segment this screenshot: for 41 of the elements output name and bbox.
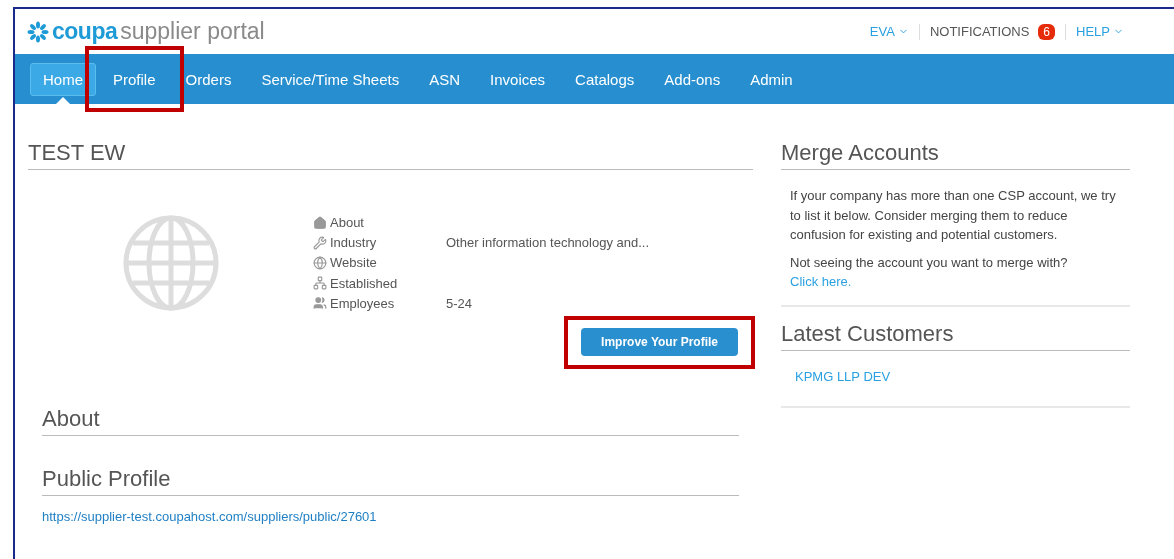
section-title: Merge Accounts	[781, 140, 1130, 170]
globe-icon	[313, 256, 327, 270]
customer-link[interactable]: KPMG LLP DEV	[795, 368, 891, 384]
nav-tab[interactable]: Service/Time Sheets	[248, 62, 413, 96]
detail-value: Other information technology and...	[446, 235, 650, 251]
detail-label: Established	[330, 275, 398, 291]
people-icon	[313, 296, 327, 311]
nav-tab[interactable]: ASN	[416, 62, 474, 96]
section-title: Public Profile	[42, 466, 739, 496]
nav-tab[interactable]: Add-ons	[651, 62, 734, 96]
detail-label: Industry	[330, 235, 377, 251]
logo-brand: coupa	[52, 18, 118, 45]
globe-icon	[122, 215, 219, 311]
logo-icon	[27, 20, 49, 43]
logo-text: supplier portal	[120, 18, 265, 45]
notification-count: 6	[1038, 23, 1056, 40]
house-icon	[313, 215, 327, 230]
user-menu[interactable]: EVA	[859, 24, 919, 39]
section-title: About	[42, 406, 739, 436]
click-here-link[interactable]: Click here.	[790, 274, 852, 289]
detail-value: 5-24	[446, 295, 473, 311]
nav-tab[interactable]: Orders	[172, 62, 245, 96]
nav-tab[interactable]: Home	[30, 62, 96, 96]
detail-label: Employees	[330, 295, 395, 311]
nav-tab[interactable]: Admin	[737, 62, 806, 96]
detail-label: About	[330, 215, 364, 231]
help-menu[interactable]: HELP	[1066, 24, 1134, 39]
branch-icon	[313, 276, 327, 291]
tools-icon	[313, 235, 327, 250]
notifications-link[interactable]: NOTIFICATIONS 6	[919, 23, 1066, 40]
section-title: Latest Customers	[781, 320, 1130, 351]
active-tab-pointer	[56, 96, 70, 104]
nav-tab[interactable]: Invoices	[477, 62, 559, 96]
improve-profile-button[interactable]: Improve Your Profile	[581, 328, 738, 356]
nav-tab[interactable]: Profile	[100, 62, 169, 96]
nav-tab[interactable]: Catalogs	[562, 62, 648, 96]
public-profile-link[interactable]: https://supplier-test.coupahost.com/suppliers/public/27601	[42, 509, 377, 524]
merge-description: If your company has more than one CSP account, we try to list it below. Consider merging them to reduce confusion for existing and potential customers.	[790, 187, 1117, 244]
detail-label: Website	[330, 255, 377, 271]
merge-prompt: Not seeing the account you want to merge with? Click here.	[790, 253, 1069, 291]
section-title: TEST EW	[28, 140, 753, 170]
